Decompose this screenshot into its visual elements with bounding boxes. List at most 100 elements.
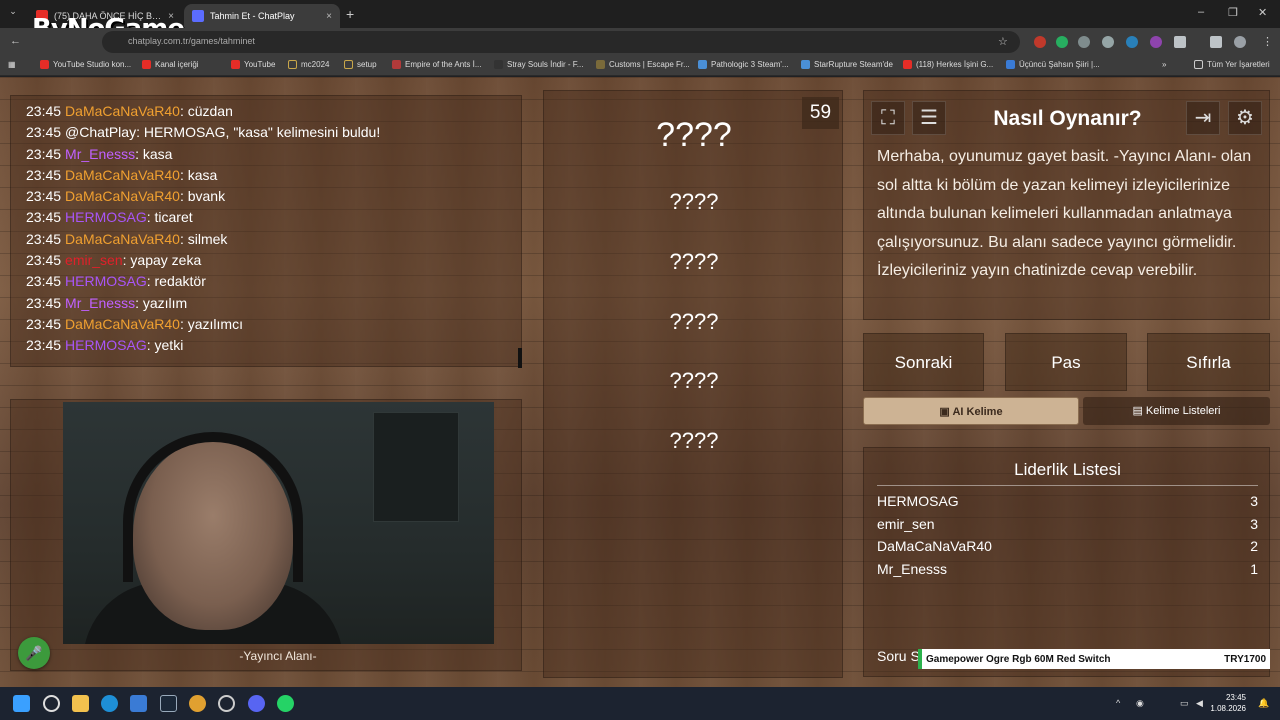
player-name: DaMaCaNaVaR40: [877, 538, 992, 554]
reset-button[interactable]: Sıfırla: [1147, 333, 1270, 391]
app-icon[interactable]: [218, 695, 235, 712]
bookmark-item[interactable]: StarRupture Steam'de: [801, 60, 893, 69]
bookmark-label: StarRupture Steam'de: [814, 60, 893, 69]
leaderboard-row: emir_sen 3: [877, 513, 1258, 536]
chat-text: : silmek: [179, 230, 228, 247]
url-field[interactable]: chatplay.com.tr/games/tahminet: [102, 31, 1020, 53]
bookmark-label: Tüm Yer İşaretleri: [1207, 60, 1270, 69]
bookmark-item[interactable]: Stray Souls İndir - F...: [494, 60, 583, 69]
leaderboard-row: Mr_Enesss 1: [877, 558, 1258, 581]
new-tab-button[interactable]: +: [346, 6, 354, 22]
chat-username[interactable]: DaMaCaNaVaR40: [65, 103, 180, 119]
bookmark-item[interactable]: YouTube: [231, 60, 275, 69]
discord-icon[interactable]: [248, 695, 265, 712]
store-icon[interactable]: [130, 695, 147, 712]
all-bookmarks-folder[interactable]: Tüm Yer İşaretleri: [1194, 60, 1270, 69]
chat-scrollbar[interactable]: [518, 348, 522, 368]
chat-username[interactable]: Mr_Enesss: [65, 146, 135, 162]
next-button[interactable]: Sonraki: [863, 333, 984, 391]
extension-icon[interactable]: [1078, 36, 1090, 48]
chat-username[interactable]: DaMaCaNaVaR40: [65, 167, 180, 183]
background-window: [373, 412, 459, 522]
chat-time: 23:45: [26, 209, 62, 226]
bookmark-item[interactable]: Empire of the Ants İ...: [392, 60, 481, 69]
chat-text: : HERMOSAG, "kasa" kelimesini buldu!: [136, 124, 381, 141]
bookmark-item[interactable]: (118) Herkes İşini G...: [903, 60, 993, 69]
bookmark-label: Customs | Escape Fr...: [609, 60, 690, 69]
bookmark-folder[interactable]: mc2024: [288, 60, 329, 69]
chat-list: 23:45 DaMaCaNaVaR40: cüzdan 23:45 @ChatPlay…: [26, 101, 521, 357]
chrome-icon[interactable]: [189, 695, 206, 712]
system-clock[interactable]: 23:45 1.08.2026: [1210, 692, 1246, 714]
extension-icon[interactable]: [1056, 36, 1068, 48]
chatplay-icon: [192, 10, 204, 22]
bookmark-label: Stray Souls İndir - F...: [507, 60, 584, 69]
more-menu-icon[interactable]: ⋮: [1262, 35, 1273, 48]
chat-message: 23:45 HERMOSAG: yetki: [26, 335, 521, 356]
maximize-button[interactable]: ❐: [1228, 6, 1238, 19]
tab-chatplay[interactable]: Tahmin Et - ChatPlay ×: [184, 4, 340, 28]
edge-icon[interactable]: [101, 695, 118, 712]
chat-username[interactable]: Mr_Enesss: [65, 295, 135, 311]
minimize-button[interactable]: –: [1198, 6, 1204, 18]
file-explorer-icon[interactable]: [72, 695, 89, 712]
chat-username[interactable]: emir_sen: [65, 252, 123, 268]
ad-ticker[interactable]: Gamepower Ogre Rgb 60M Red Switch TRY170…: [918, 649, 1270, 669]
chat-text: : redaktör: [146, 273, 206, 290]
extension-icon[interactable]: [1102, 36, 1114, 48]
tab-close-icon[interactable]: ×: [326, 11, 332, 22]
chat-username[interactable]: HERMOSAG: [65, 209, 147, 225]
tray-chevron-icon[interactable]: ^: [1116, 698, 1120, 708]
bookmarks-overflow-button[interactable]: »: [1162, 60, 1166, 69]
steam-icon[interactable]: [160, 695, 177, 712]
extension-icon[interactable]: [1150, 36, 1162, 48]
bookmark-star-icon[interactable]: ☆: [998, 35, 1008, 48]
chat-message: 23:45 HERMOSAG: ticaret: [26, 207, 521, 228]
bookmark-item[interactable]: Kanal içeriği: [142, 60, 199, 69]
chat-username[interactable]: DaMaCaNaVaR40: [65, 316, 180, 332]
close-window-button[interactable]: ✕: [1258, 6, 1267, 19]
profile-avatar[interactable]: [1234, 36, 1246, 48]
chat-message: 23:45 emir_sen: yapay zeka: [26, 250, 521, 271]
search-icon[interactable]: [43, 695, 60, 712]
reading-list-icon[interactable]: [1210, 36, 1222, 48]
ai-word-button[interactable]: ▣ AI Kelime: [863, 397, 1079, 425]
how-to-play-text: Merhaba, oyunumuz gayet basit. -Yayıncı …: [877, 148, 1252, 280]
bookmark-item[interactable]: Üçüncü Şahsın Şiiri |...: [1006, 60, 1100, 69]
chat-text: : kasa: [135, 145, 173, 162]
gear-icon[interactable]: ⚙: [1228, 101, 1262, 135]
word-lists-button[interactable]: ▤ Kelime Listeleri: [1083, 397, 1270, 425]
chat-time: 23:45: [26, 315, 62, 332]
start-icon[interactable]: [13, 695, 30, 712]
folder-icon: [344, 60, 353, 69]
chat-username[interactable]: DaMaCaNaVaR40: [65, 188, 180, 204]
bookmark-label: Pathologic 3 Steam'...: [711, 60, 789, 69]
chat-username[interactable]: HERMOSAG: [65, 273, 147, 289]
apps-grid-icon[interactable]: ▦: [8, 60, 16, 69]
bookmark-item[interactable]: Customs | Escape Fr...: [596, 60, 690, 69]
whatsapp-icon[interactable]: [277, 695, 294, 712]
extension-icon[interactable]: [1034, 36, 1046, 48]
exit-icon[interactable]: ⇥: [1186, 101, 1220, 135]
extensions-puzzle-icon[interactable]: [1174, 36, 1186, 48]
bookmark-item[interactable]: Pathologic 3 Steam'...: [698, 60, 789, 69]
chat-username[interactable]: @ChatPlay: [65, 124, 136, 140]
forbidden-word: ????: [669, 249, 719, 274]
chat-username[interactable]: DaMaCaNaVaR40: [65, 231, 180, 247]
streamer-area: -Yayıncı Alanı- 🎤: [10, 399, 522, 671]
bookmark-folder[interactable]: setup: [344, 60, 377, 69]
pass-button[interactable]: Pas: [1005, 333, 1127, 391]
tray-app-icon[interactable]: ◉: [1136, 698, 1144, 709]
chat-text: : yazılımcı: [179, 315, 243, 332]
network-icon[interactable]: ▭: [1180, 698, 1189, 709]
tab-search-icon[interactable]: ⌄: [6, 6, 20, 20]
volume-icon[interactable]: ◀: [1196, 698, 1203, 709]
microphone-button[interactable]: 🎤: [18, 637, 50, 669]
back-icon[interactable]: ←: [10, 35, 21, 47]
headset-icon: [123, 432, 303, 582]
chat-time: 23:45: [26, 252, 62, 269]
chat-username[interactable]: HERMOSAG: [65, 337, 147, 353]
notifications-icon[interactable]: 🔔: [1258, 698, 1269, 709]
bookmark-item[interactable]: YouTube Studio kon...: [40, 60, 131, 69]
extension-icon[interactable]: [1126, 36, 1138, 48]
